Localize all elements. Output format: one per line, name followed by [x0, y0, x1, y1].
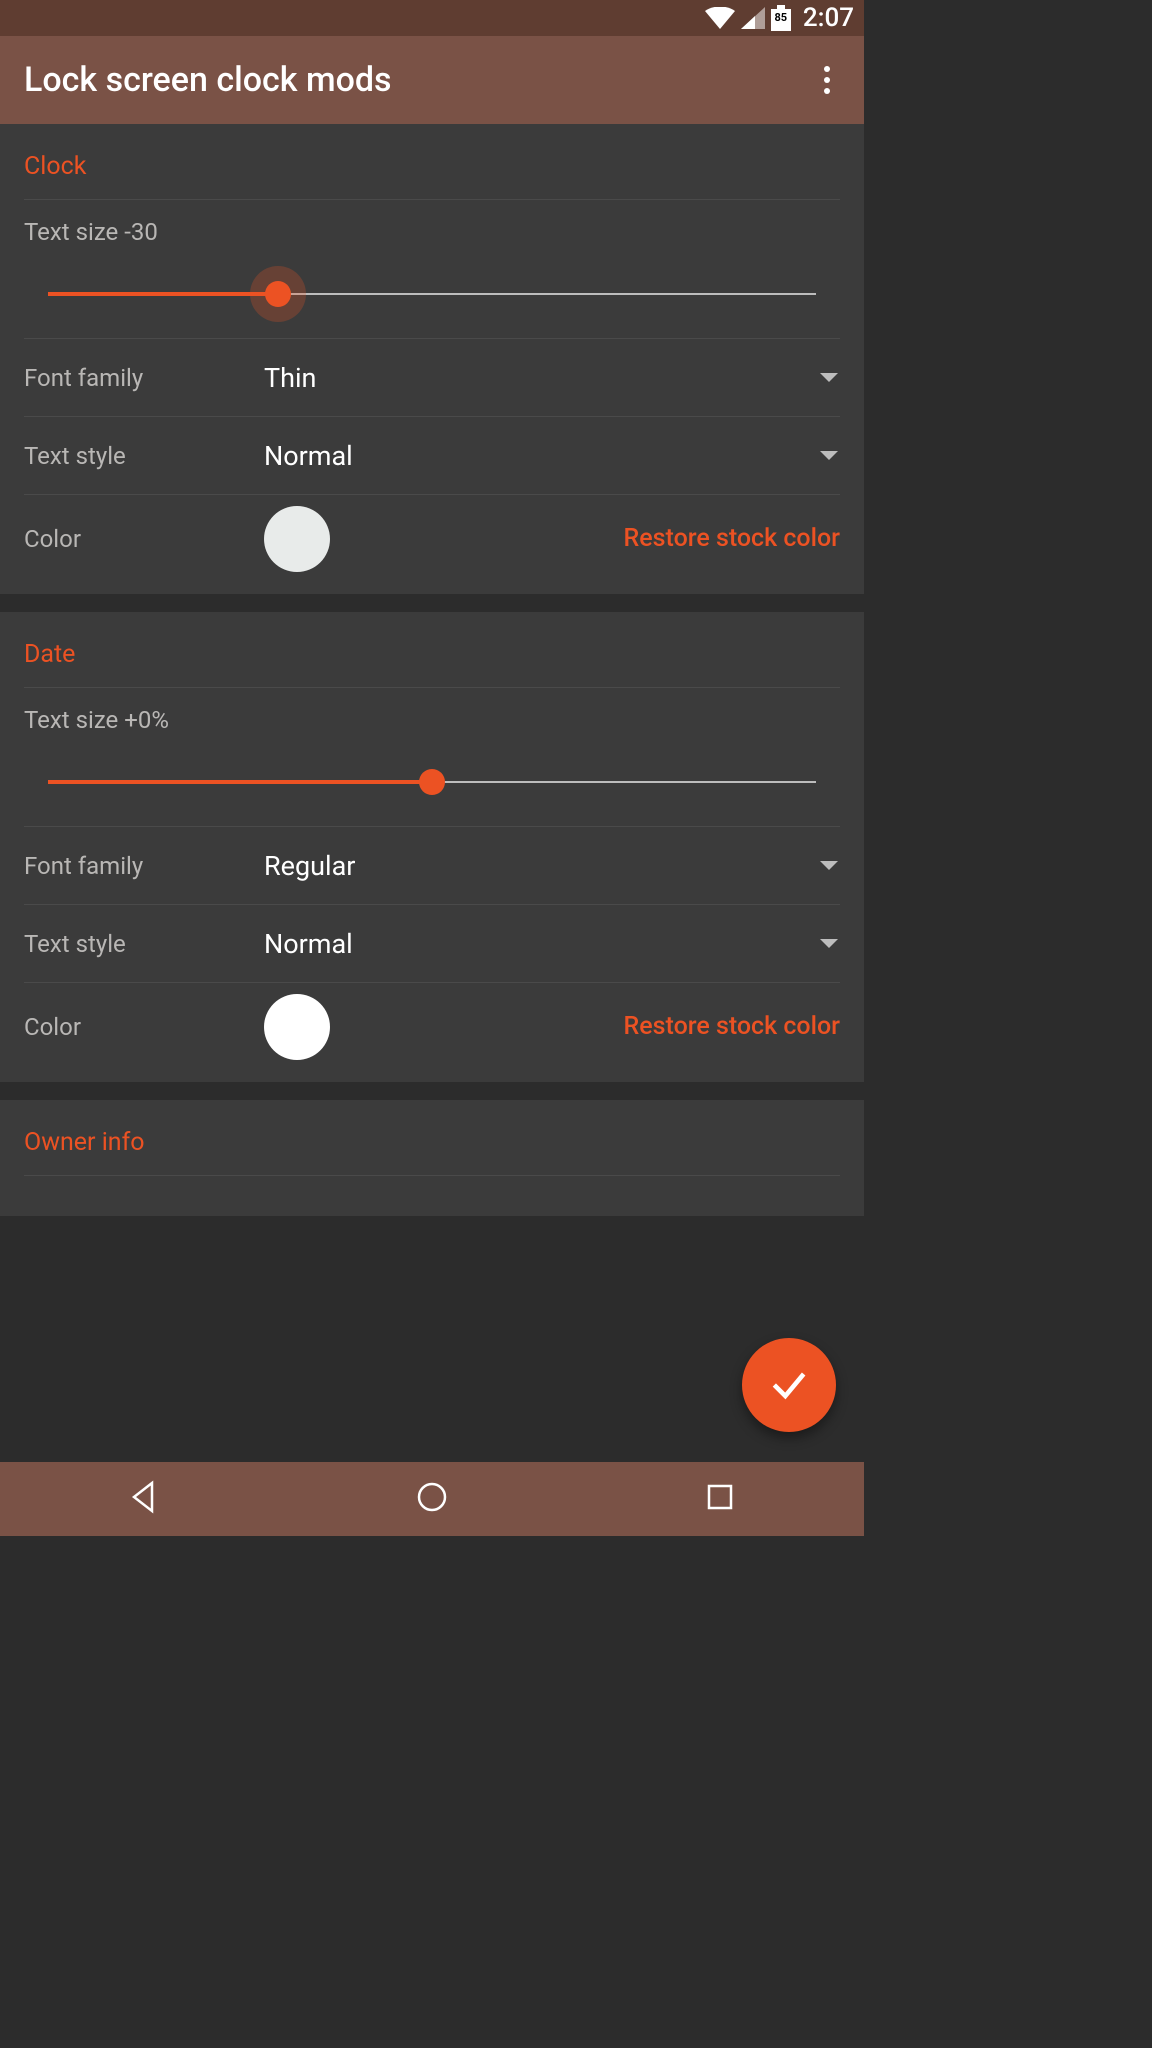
screen: 85 2:07 Lock screen clock mods Clock Tex… [0, 0, 864, 1536]
clock-section: Clock Text size -30 Font family Thin Tex… [0, 124, 864, 594]
status-bar: 85 2:07 [0, 0, 864, 36]
date-font-family-row[interactable]: Font family Regular [24, 826, 840, 904]
date-text-size-slider[interactable] [48, 762, 816, 802]
chevron-down-icon [820, 451, 838, 460]
battery-level: 85 [771, 11, 791, 24]
recents-icon [702, 1479, 738, 1515]
chevron-down-icon [820, 373, 838, 382]
clock-color-label: Color [24, 525, 264, 553]
date-color-swatch[interactable] [264, 994, 330, 1060]
clock-text-style-value: Normal [264, 440, 820, 472]
date-section-title: Date [24, 612, 840, 687]
page-title: Lock screen clock mods [24, 60, 392, 100]
date-section: Date Text size +0% Font family Regular T… [0, 612, 864, 1082]
back-icon [126, 1479, 162, 1515]
date-font-family-label: Font family [24, 852, 264, 880]
clock-text-style-row[interactable]: Text style Normal [24, 416, 840, 494]
clock-text-style-label: Text style [24, 442, 264, 470]
date-text-style-label: Text style [24, 930, 264, 958]
navigation-bar [0, 1462, 864, 1536]
clock-text-size-slider[interactable] [48, 274, 816, 314]
battery-icon: 85 [771, 5, 791, 31]
clock-font-family-value: Thin [264, 362, 820, 394]
wifi-icon [705, 7, 735, 29]
date-font-family-value: Regular [264, 850, 820, 882]
date-color-row: Color Restore stock color [24, 982, 840, 1082]
status-time: 2:07 [803, 3, 854, 33]
clock-color-row: Color Restore stock color [24, 494, 840, 594]
cell-signal-icon [741, 7, 765, 29]
content-scroll[interactable]: Clock Text size -30 Font family Thin Tex… [0, 124, 864, 1462]
date-color-label: Color [24, 1013, 264, 1041]
date-text-size-row: Text size +0% [24, 687, 840, 826]
owner-info-title: Owner info [24, 1100, 840, 1175]
clock-section-title: Clock [24, 124, 840, 199]
date-restore-color-button[interactable]: Restore stock color [624, 1012, 840, 1041]
chevron-down-icon [820, 939, 838, 948]
app-bar: Lock screen clock mods [0, 36, 864, 124]
clock-text-size-row: Text size -30 [24, 199, 840, 338]
apply-fab[interactable] [742, 1338, 836, 1432]
recents-button[interactable] [702, 1479, 738, 1519]
clock-restore-color-button[interactable]: Restore stock color [624, 524, 840, 553]
date-text-style-row[interactable]: Text style Normal [24, 904, 840, 982]
date-text-size-label: Text size +0% [24, 706, 840, 734]
clock-font-family-label: Font family [24, 364, 264, 392]
clock-font-family-row[interactable]: Font family Thin [24, 338, 840, 416]
back-button[interactable] [126, 1479, 162, 1519]
chevron-down-icon [820, 861, 838, 870]
check-icon [767, 1363, 811, 1407]
overflow-menu-button[interactable] [814, 56, 840, 104]
date-text-style-value: Normal [264, 928, 820, 960]
clock-color-swatch[interactable] [264, 506, 330, 572]
owner-info-section: Owner info [0, 1100, 864, 1216]
home-button[interactable] [414, 1479, 450, 1519]
clock-text-size-label: Text size -30 [24, 218, 840, 246]
home-icon [414, 1479, 450, 1515]
